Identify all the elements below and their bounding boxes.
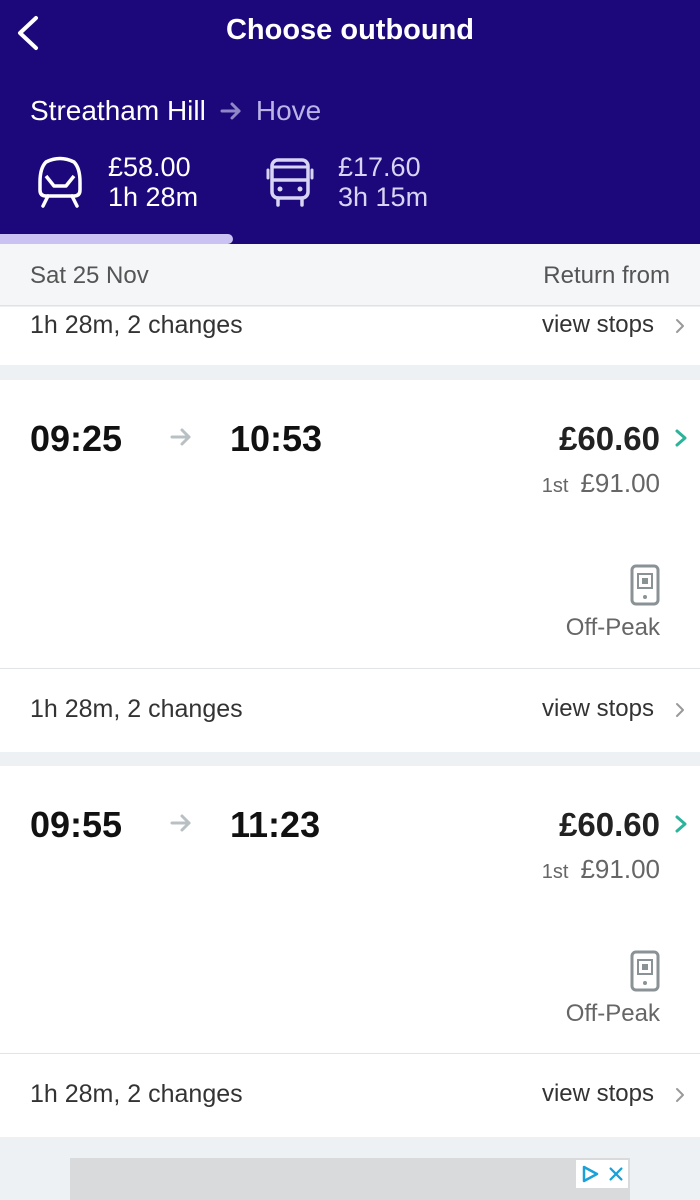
selected-tab-indicator bbox=[0, 234, 233, 244]
date-row: Sat 25 Nov Return from bbox=[0, 244, 700, 306]
departure-time: 09:55 bbox=[30, 804, 123, 845]
bus-price: £17.60 bbox=[338, 152, 421, 182]
first-class-price: £91.00 bbox=[580, 854, 660, 884]
first-class-label: 1st bbox=[541, 861, 569, 883]
journey-card[interactable]: 09:25 10:53 £60.60 1st £91.00 Off-Peak bbox=[0, 380, 700, 668]
fare-type: Off-Peak bbox=[565, 614, 660, 641]
bus-icon bbox=[266, 158, 314, 207]
ad-choices-icon[interactable] bbox=[580, 1164, 600, 1184]
mobile-ticket-icon bbox=[630, 950, 660, 992]
departure-time: 09:25 bbox=[30, 418, 123, 459]
ad-banner[interactable] bbox=[70, 1158, 630, 1200]
standard-price: £60.60 bbox=[559, 420, 660, 457]
arrow-right-icon bbox=[170, 428, 191, 446]
journey-summary: 1h 28m, 2 changes bbox=[30, 311, 243, 339]
chevron-right-icon bbox=[676, 1088, 684, 1102]
first-class-price-row: 1st £91.00 bbox=[542, 468, 660, 499]
arrival-time: 10:53 bbox=[230, 418, 323, 459]
journey-stops-row[interactable]: 1h 28m, 2 changes view stops bbox=[0, 668, 700, 752]
journey-stops-row[interactable]: 1h 28m, 2 changes view stops bbox=[0, 1053, 700, 1137]
route: Streatham Hill Hove bbox=[30, 95, 321, 127]
journey-stops-row[interactable]: 1h 28m, 2 changes view stops bbox=[0, 307, 700, 365]
fare-type: Off-Peak bbox=[565, 1000, 660, 1027]
return-from-label[interactable]: Return from bbox=[543, 262, 670, 290]
route-destination: Hove bbox=[255, 95, 322, 126]
journey-summary: 1h 28m, 2 changes bbox=[30, 695, 243, 723]
journey-summary: 1h 28m, 2 changes bbox=[30, 1080, 243, 1108]
arrow-right-icon bbox=[220, 102, 241, 120]
arrow-right-icon bbox=[170, 814, 191, 832]
view-stops-link[interactable]: view stops bbox=[542, 311, 654, 339]
train-price: £58.00 bbox=[108, 152, 191, 182]
train-duration: 1h 28m bbox=[108, 182, 199, 212]
mobile-ticket-icon bbox=[630, 564, 660, 606]
journey-card[interactable]: 09:55 11:23 £60.60 1st £91.00 Off-Peak bbox=[0, 766, 700, 1053]
route-origin: Streatham Hill bbox=[30, 95, 206, 126]
first-class-price: £91.00 bbox=[580, 468, 660, 498]
page-title: Choose outbound bbox=[225, 14, 475, 46]
mode-tab-train[interactable]: £58.00 1h 28m bbox=[36, 152, 198, 212]
standard-price: £60.60 bbox=[559, 806, 660, 843]
arrival-time: 11:23 bbox=[230, 804, 321, 845]
header: Choose outbound Streatham Hill Hove £58.… bbox=[0, 0, 700, 244]
chevron-right-icon bbox=[676, 319, 684, 333]
first-class-price-row: 1st £91.00 bbox=[542, 854, 660, 885]
chevron-right-icon bbox=[675, 815, 687, 833]
close-icon[interactable] bbox=[607, 1165, 625, 1183]
train-icon bbox=[38, 156, 82, 208]
ad-controls bbox=[576, 1160, 628, 1188]
mode-tab-bus[interactable]: £17.60 3h 15m bbox=[266, 152, 428, 212]
chevron-right-icon bbox=[675, 429, 687, 447]
first-class-label: 1st bbox=[541, 475, 569, 497]
bus-duration: 3h 15m bbox=[338, 182, 429, 212]
travel-date: Sat 25 Nov bbox=[30, 262, 149, 289]
view-stops-link[interactable]: view stops bbox=[542, 1080, 654, 1108]
chevron-right-icon bbox=[676, 703, 684, 717]
view-stops-link[interactable]: view stops bbox=[542, 695, 654, 723]
